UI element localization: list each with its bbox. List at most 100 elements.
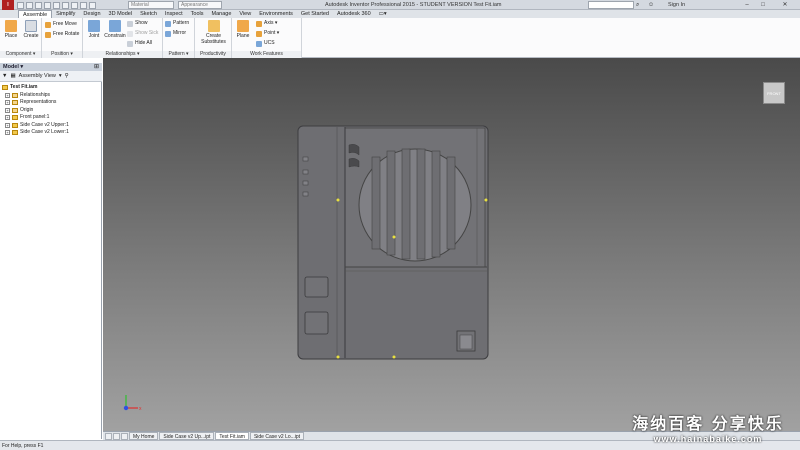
browser-tree: Test Fit.iam + Relationships + Represent… [2, 84, 100, 137]
tab-tools[interactable]: Tools [187, 10, 208, 18]
place-button[interactable]: Place [1, 20, 21, 48]
close-button[interactable]: ✕ [772, 1, 798, 9]
doc-tab-test-fit[interactable]: Test Fit.iam [215, 432, 249, 440]
svg-text:x: x [139, 406, 142, 412]
tree-item-front-panel[interactable]: + Front panel:1 [2, 114, 100, 122]
undo-icon[interactable] [44, 1, 51, 9]
viewcube[interactable]: FRONT [763, 82, 785, 104]
watermark-line1: 海纳百客 分享快乐 [632, 414, 784, 433]
open-icon[interactable] [26, 1, 33, 9]
point-icon [256, 30, 262, 37]
component-panel-label[interactable]: Component ▾ [0, 51, 41, 58]
material-combo[interactable]: Material [128, 1, 174, 9]
tab-assemble[interactable]: Assemble [18, 10, 53, 18]
dropdown-arrow-icon[interactable]: ▾ [59, 73, 62, 79]
expand-icon[interactable]: + [5, 107, 10, 113]
expand-icon[interactable]: + [5, 115, 10, 121]
hide-all-button[interactable]: Hide All [127, 39, 152, 48]
application-menu-button[interactable]: I [2, 0, 14, 10]
rotate-icon [45, 31, 51, 38]
minimize-button[interactable]: – [740, 1, 754, 9]
create-button[interactable]: Create [21, 20, 41, 48]
joint-button[interactable]: Joint [84, 20, 104, 48]
watermark: 海纳百客 分享快乐 www.hainabaike.com [618, 410, 798, 446]
tab-3d-model[interactable]: 3D Model [105, 10, 137, 18]
tile-documents-icon[interactable] [105, 432, 112, 440]
expand-icon[interactable]: + [5, 130, 10, 136]
substitute-icon [207, 20, 220, 32]
expand-icon[interactable]: + [5, 100, 10, 106]
tab-view[interactable]: View [235, 10, 255, 18]
tab-design[interactable]: Design [79, 10, 104, 18]
free-move-button[interactable]: Free Move [45, 20, 77, 29]
tab-autodesk-360[interactable]: Autodesk 360 [333, 10, 375, 18]
tab-environments[interactable]: Environments [255, 10, 297, 18]
point-button[interactable]: Point ▾ [256, 29, 279, 38]
show-sick-icon [127, 30, 133, 37]
tab-get-started[interactable]: Get Started [297, 10, 333, 18]
find-icon[interactable]: ⚲ [65, 73, 69, 79]
assembly-view-dropdown[interactable]: Assembly View [19, 73, 56, 79]
select-icon[interactable] [71, 1, 78, 9]
doc-tab-side-case-lower[interactable]: Side Case v2 Lo...ipt [249, 432, 305, 440]
cascade-documents-icon[interactable] [113, 432, 120, 440]
tree-item-relationships[interactable]: + Relationships [2, 92, 100, 100]
plane-button[interactable]: Plane [233, 20, 253, 48]
tab-manage[interactable]: Manage [208, 10, 236, 18]
search-icon[interactable]: ⌕ [636, 1, 644, 9]
redo-icon[interactable] [53, 1, 60, 9]
browser-header[interactable]: Model ▾ [0, 63, 102, 71]
expand-icon[interactable]: + [5, 122, 10, 128]
tree-item-origin[interactable]: + Origin [2, 107, 100, 115]
doc-tab-side-case-upper[interactable]: Side Case v2 Up...ipt [159, 432, 215, 440]
show-sick-button[interactable]: Show Sick [127, 29, 158, 38]
tab-sketch[interactable]: Sketch [136, 10, 161, 18]
position-panel-label[interactable]: Position ▾ [42, 51, 82, 58]
quick-access-toolbar [17, 1, 96, 9]
expand-icon[interactable]: + [5, 92, 10, 98]
coordinate-triad: x [123, 395, 142, 412]
ribbon-options-icon[interactable]: ▭▾ [375, 10, 391, 18]
pattern-panel-label[interactable]: Pattern ▾ [163, 51, 194, 58]
create-substitutes-button[interactable]: Create Substitutes [197, 20, 230, 48]
constrain-button[interactable]: Constrain [103, 20, 127, 48]
assembly-model[interactable] [297, 125, 489, 360]
window-title: Autodesk Inventor Professional 2015 - ST… [325, 2, 502, 8]
properties-icon[interactable] [89, 1, 96, 9]
ucs-button[interactable]: UCS [256, 39, 275, 48]
folder-icon [12, 100, 18, 106]
place-icon [5, 20, 17, 32]
search-input[interactable] [588, 1, 634, 9]
appearance-combo[interactable]: Appearance [178, 1, 222, 9]
browser-add-icon[interactable]: ⊞ [92, 63, 101, 71]
tree-item-side-case-lower[interactable]: + Side Case v2 Lower:1 [2, 129, 100, 137]
new-icon[interactable] [17, 1, 24, 9]
tree-item-side-case-upper[interactable]: + Side Case v2 Upper:1 [2, 122, 100, 130]
assembly-icon [2, 85, 8, 91]
tree-item-representations[interactable]: + Representations [2, 99, 100, 107]
maximize-button[interactable]: □ [756, 1, 770, 9]
assembly-view-icon: ▦ [10, 73, 16, 79]
sign-in-link[interactable]: Sign In [668, 0, 685, 10]
document-list-icon[interactable] [121, 432, 128, 440]
watermark-line2: www.hainabaike.com [653, 434, 763, 444]
relationships-panel-label[interactable]: Relationships ▾ [83, 51, 162, 58]
update-icon[interactable] [80, 1, 87, 9]
axis-button[interactable]: Axis ▾ [256, 19, 277, 28]
tree-root[interactable]: Test Fit.iam [2, 84, 100, 92]
home-icon[interactable] [62, 1, 69, 9]
mirror-button[interactable]: Mirror [165, 29, 186, 38]
show-button[interactable]: Show [127, 19, 148, 28]
filter-icon[interactable]: ▼ [2, 73, 7, 79]
doc-tab-my-home[interactable]: My Home [129, 432, 159, 440]
pattern-button[interactable]: Pattern [165, 19, 189, 28]
work-features-panel-label: Work Features [232, 51, 301, 58]
user-icon: ☺ [648, 2, 655, 8]
ucs-icon [256, 40, 262, 47]
tab-simplify[interactable]: Simplify [52, 10, 79, 18]
tab-inspect[interactable]: Inspect [161, 10, 187, 18]
save-icon[interactable] [35, 1, 42, 9]
part-icon [12, 115, 18, 121]
move-icon [45, 21, 51, 28]
free-rotate-button[interactable]: Free Rotate [45, 30, 79, 39]
